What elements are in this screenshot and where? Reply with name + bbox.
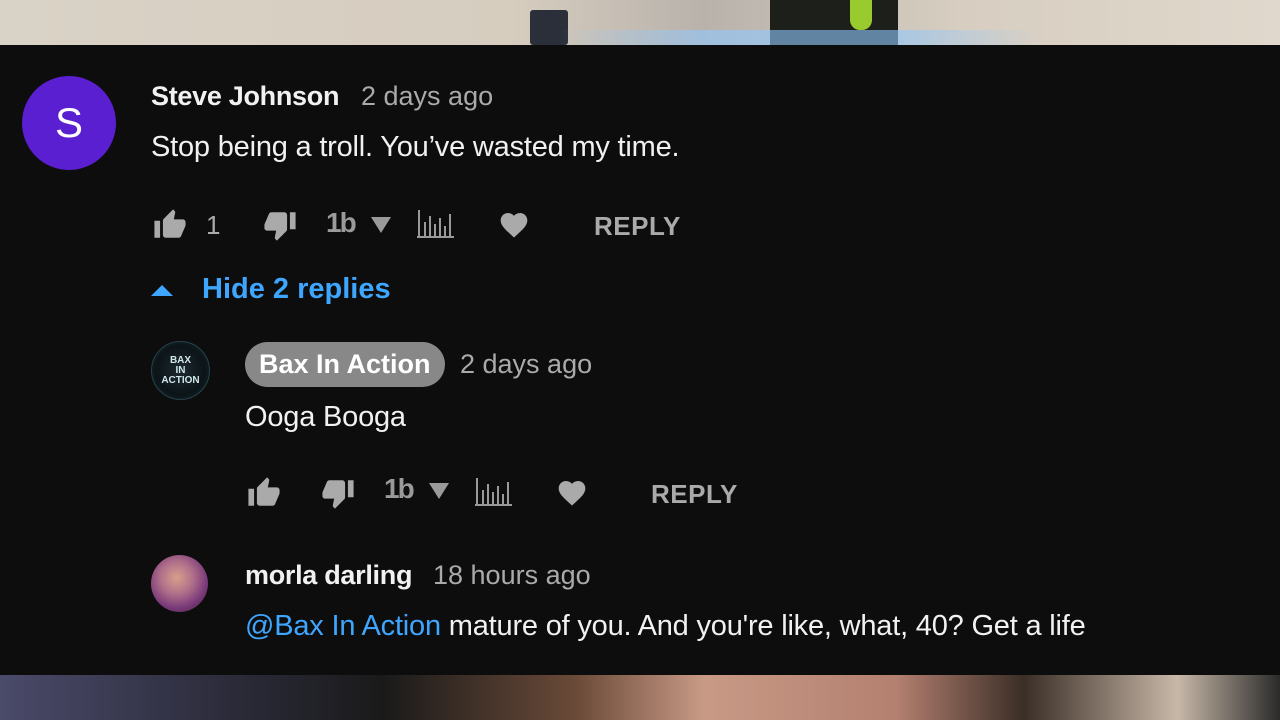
background-light [560, 30, 1040, 45]
reply-button[interactable]: REPLY [594, 211, 681, 242]
thumbs-up-icon[interactable] [245, 475, 283, 511]
avatar[interactable]: BAX IN ACTION [151, 341, 210, 400]
comment-thread-panel: S Steve Johnson 2 days ago Stop being a … [0, 45, 1280, 675]
extension-score[interactable]: 1b [384, 473, 415, 505]
reply-text: @Bax In Action mature of you. And you're… [245, 610, 1086, 643]
avatar-letter: S [54, 99, 83, 146]
caret-up-icon [150, 278, 174, 302]
reply-time[interactable]: 18 hours ago [433, 560, 591, 591]
comment-text: Stop being a troll. You’ve wasted my tim… [151, 131, 680, 163]
dropdown-triangle-icon[interactable] [428, 481, 450, 501]
avatar[interactable] [151, 555, 208, 612]
mention-link[interactable]: @Bax In Action [245, 610, 441, 642]
background-photo-bottom [0, 675, 1280, 720]
heart-icon[interactable] [496, 208, 532, 242]
comment-author[interactable]: Steve Johnson [151, 81, 339, 112]
dropdown-triangle-icon[interactable] [370, 215, 392, 235]
hide-replies-button[interactable]: Hide 2 replies [150, 273, 391, 306]
thumbs-up-icon[interactable] [151, 207, 189, 243]
reply-text: Ooga Booga [245, 401, 406, 433]
hide-replies-label: Hide 2 replies [202, 273, 391, 305]
like-count: 1 [206, 210, 221, 240]
bar-chart-icon[interactable] [417, 207, 455, 241]
extension-score[interactable]: 1b [326, 207, 357, 239]
reply-button[interactable]: REPLY [651, 479, 738, 510]
channel-logo: BAX IN ACTION [161, 354, 200, 386]
background-plant [850, 0, 872, 30]
thumbs-down-icon[interactable] [261, 207, 299, 243]
reply-time[interactable]: 2 days ago [460, 349, 592, 380]
heart-icon[interactable] [554, 476, 590, 510]
comment-time[interactable]: 2 days ago [361, 81, 493, 112]
thumbs-down-icon[interactable] [319, 475, 357, 511]
bar-chart-icon[interactable] [475, 475, 513, 509]
avatar[interactable]: S [22, 76, 116, 170]
reply-author[interactable]: morla darling [245, 560, 412, 591]
reply-text-body: mature of you. And you're like, what, 40… [440, 610, 1086, 642]
background-photo-top [0, 0, 1280, 45]
creator-author-badge[interactable]: Bax In Action [245, 342, 445, 387]
